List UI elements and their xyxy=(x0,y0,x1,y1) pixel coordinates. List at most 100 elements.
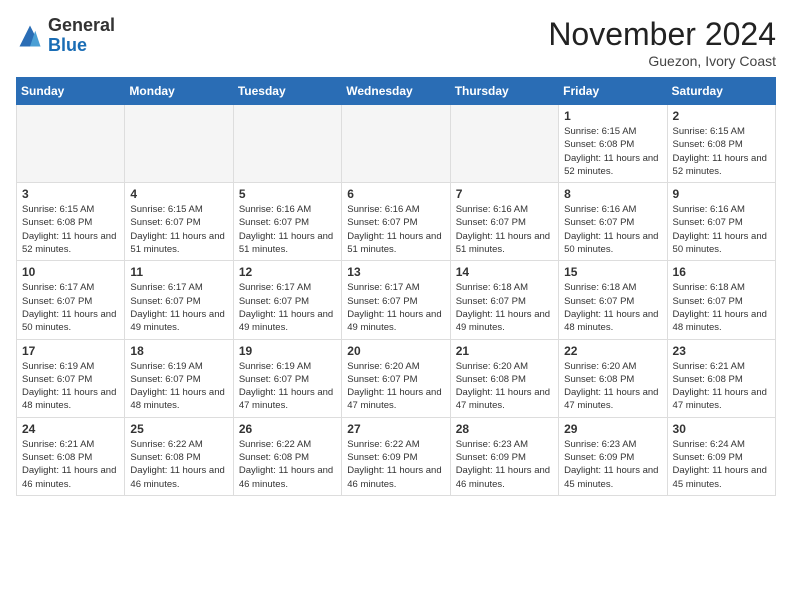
day-detail: Sunrise: 6:16 AMSunset: 6:07 PMDaylight:… xyxy=(673,203,770,256)
logo: General Blue xyxy=(16,16,115,56)
calendar-cell: 12 Sunrise: 6:17 AMSunset: 6:07 PMDaylig… xyxy=(233,261,341,339)
weekday-header-sunday: Sunday xyxy=(17,78,125,105)
calendar-week-row: 3 Sunrise: 6:15 AMSunset: 6:08 PMDayligh… xyxy=(17,183,776,261)
calendar-cell: 4 Sunrise: 6:15 AMSunset: 6:07 PMDayligh… xyxy=(125,183,233,261)
day-number: 20 xyxy=(347,344,444,358)
day-detail: Sunrise: 6:18 AMSunset: 6:07 PMDaylight:… xyxy=(456,281,553,334)
day-number: 5 xyxy=(239,187,336,201)
day-detail: Sunrise: 6:15 AMSunset: 6:08 PMDaylight:… xyxy=(22,203,119,256)
calendar-cell: 30 Sunrise: 6:24 AMSunset: 6:09 PMDaylig… xyxy=(667,417,775,495)
logo-icon xyxy=(16,22,44,50)
day-number: 25 xyxy=(130,422,227,436)
day-number: 8 xyxy=(564,187,661,201)
month-title: November 2024 xyxy=(548,16,776,53)
day-detail: Sunrise: 6:18 AMSunset: 6:07 PMDaylight:… xyxy=(564,281,661,334)
day-detail: Sunrise: 6:20 AMSunset: 6:08 PMDaylight:… xyxy=(564,360,661,413)
location-subtitle: Guezon, Ivory Coast xyxy=(548,53,776,69)
calendar-cell: 5 Sunrise: 6:16 AMSunset: 6:07 PMDayligh… xyxy=(233,183,341,261)
calendar-cell: 24 Sunrise: 6:21 AMSunset: 6:08 PMDaylig… xyxy=(17,417,125,495)
day-number: 28 xyxy=(456,422,553,436)
day-detail: Sunrise: 6:23 AMSunset: 6:09 PMDaylight:… xyxy=(456,438,553,491)
day-number: 27 xyxy=(347,422,444,436)
day-number: 3 xyxy=(22,187,119,201)
calendar-cell: 15 Sunrise: 6:18 AMSunset: 6:07 PMDaylig… xyxy=(559,261,667,339)
day-detail: Sunrise: 6:22 AMSunset: 6:09 PMDaylight:… xyxy=(347,438,444,491)
day-number: 15 xyxy=(564,265,661,279)
day-number: 24 xyxy=(22,422,119,436)
day-number: 16 xyxy=(673,265,770,279)
day-detail: Sunrise: 6:16 AMSunset: 6:07 PMDaylight:… xyxy=(564,203,661,256)
day-number: 23 xyxy=(673,344,770,358)
day-number: 21 xyxy=(456,344,553,358)
calendar-cell: 25 Sunrise: 6:22 AMSunset: 6:08 PMDaylig… xyxy=(125,417,233,495)
day-detail: Sunrise: 6:16 AMSunset: 6:07 PMDaylight:… xyxy=(239,203,336,256)
calendar-week-row: 10 Sunrise: 6:17 AMSunset: 6:07 PMDaylig… xyxy=(17,261,776,339)
calendar-cell: 19 Sunrise: 6:19 AMSunset: 6:07 PMDaylig… xyxy=(233,339,341,417)
day-number: 14 xyxy=(456,265,553,279)
logo-general: General xyxy=(48,15,115,35)
calendar-table: SundayMondayTuesdayWednesdayThursdayFrid… xyxy=(16,77,776,496)
weekday-header-row: SundayMondayTuesdayWednesdayThursdayFrid… xyxy=(17,78,776,105)
day-detail: Sunrise: 6:19 AMSunset: 6:07 PMDaylight:… xyxy=(22,360,119,413)
calendar-week-row: 1 Sunrise: 6:15 AMSunset: 6:08 PMDayligh… xyxy=(17,105,776,183)
day-number: 29 xyxy=(564,422,661,436)
day-number: 30 xyxy=(673,422,770,436)
calendar-cell xyxy=(450,105,558,183)
day-detail: Sunrise: 6:15 AMSunset: 6:08 PMDaylight:… xyxy=(564,125,661,178)
day-number: 9 xyxy=(673,187,770,201)
calendar-cell: 21 Sunrise: 6:20 AMSunset: 6:08 PMDaylig… xyxy=(450,339,558,417)
calendar-cell: 13 Sunrise: 6:17 AMSunset: 6:07 PMDaylig… xyxy=(342,261,450,339)
title-block: November 2024 Guezon, Ivory Coast xyxy=(548,16,776,69)
calendar-cell: 11 Sunrise: 6:17 AMSunset: 6:07 PMDaylig… xyxy=(125,261,233,339)
calendar-cell xyxy=(342,105,450,183)
day-number: 13 xyxy=(347,265,444,279)
day-number: 10 xyxy=(22,265,119,279)
day-number: 17 xyxy=(22,344,119,358)
calendar-cell: 2 Sunrise: 6:15 AMSunset: 6:08 PMDayligh… xyxy=(667,105,775,183)
calendar-cell: 3 Sunrise: 6:15 AMSunset: 6:08 PMDayligh… xyxy=(17,183,125,261)
weekday-header-thursday: Thursday xyxy=(450,78,558,105)
day-number: 12 xyxy=(239,265,336,279)
day-detail: Sunrise: 6:24 AMSunset: 6:09 PMDaylight:… xyxy=(673,438,770,491)
day-detail: Sunrise: 6:15 AMSunset: 6:07 PMDaylight:… xyxy=(130,203,227,256)
calendar-cell: 18 Sunrise: 6:19 AMSunset: 6:07 PMDaylig… xyxy=(125,339,233,417)
day-detail: Sunrise: 6:20 AMSunset: 6:08 PMDaylight:… xyxy=(456,360,553,413)
calendar-cell: 1 Sunrise: 6:15 AMSunset: 6:08 PMDayligh… xyxy=(559,105,667,183)
day-detail: Sunrise: 6:18 AMSunset: 6:07 PMDaylight:… xyxy=(673,281,770,334)
calendar-cell: 26 Sunrise: 6:22 AMSunset: 6:08 PMDaylig… xyxy=(233,417,341,495)
day-detail: Sunrise: 6:17 AMSunset: 6:07 PMDaylight:… xyxy=(239,281,336,334)
calendar-cell: 23 Sunrise: 6:21 AMSunset: 6:08 PMDaylig… xyxy=(667,339,775,417)
day-detail: Sunrise: 6:22 AMSunset: 6:08 PMDaylight:… xyxy=(130,438,227,491)
calendar-cell: 17 Sunrise: 6:19 AMSunset: 6:07 PMDaylig… xyxy=(17,339,125,417)
logo-text: General Blue xyxy=(48,16,115,56)
day-detail: Sunrise: 6:17 AMSunset: 6:07 PMDaylight:… xyxy=(130,281,227,334)
calendar-cell: 22 Sunrise: 6:20 AMSunset: 6:08 PMDaylig… xyxy=(559,339,667,417)
day-number: 19 xyxy=(239,344,336,358)
calendar-cell xyxy=(17,105,125,183)
day-detail: Sunrise: 6:22 AMSunset: 6:08 PMDaylight:… xyxy=(239,438,336,491)
day-number: 18 xyxy=(130,344,227,358)
day-detail: Sunrise: 6:19 AMSunset: 6:07 PMDaylight:… xyxy=(130,360,227,413)
calendar-cell: 9 Sunrise: 6:16 AMSunset: 6:07 PMDayligh… xyxy=(667,183,775,261)
day-detail: Sunrise: 6:19 AMSunset: 6:07 PMDaylight:… xyxy=(239,360,336,413)
calendar-cell: 27 Sunrise: 6:22 AMSunset: 6:09 PMDaylig… xyxy=(342,417,450,495)
calendar-cell: 7 Sunrise: 6:16 AMSunset: 6:07 PMDayligh… xyxy=(450,183,558,261)
calendar-cell: 8 Sunrise: 6:16 AMSunset: 6:07 PMDayligh… xyxy=(559,183,667,261)
calendar-cell: 6 Sunrise: 6:16 AMSunset: 6:07 PMDayligh… xyxy=(342,183,450,261)
day-number: 2 xyxy=(673,109,770,123)
logo-blue: Blue xyxy=(48,35,87,55)
day-detail: Sunrise: 6:23 AMSunset: 6:09 PMDaylight:… xyxy=(564,438,661,491)
calendar-cell: 10 Sunrise: 6:17 AMSunset: 6:07 PMDaylig… xyxy=(17,261,125,339)
calendar-cell xyxy=(125,105,233,183)
day-number: 6 xyxy=(347,187,444,201)
weekday-header-friday: Friday xyxy=(559,78,667,105)
calendar-week-row: 24 Sunrise: 6:21 AMSunset: 6:08 PMDaylig… xyxy=(17,417,776,495)
day-number: 22 xyxy=(564,344,661,358)
calendar-cell xyxy=(233,105,341,183)
calendar-cell: 28 Sunrise: 6:23 AMSunset: 6:09 PMDaylig… xyxy=(450,417,558,495)
day-detail: Sunrise: 6:16 AMSunset: 6:07 PMDaylight:… xyxy=(347,203,444,256)
day-detail: Sunrise: 6:21 AMSunset: 6:08 PMDaylight:… xyxy=(22,438,119,491)
day-detail: Sunrise: 6:20 AMSunset: 6:07 PMDaylight:… xyxy=(347,360,444,413)
day-detail: Sunrise: 6:16 AMSunset: 6:07 PMDaylight:… xyxy=(456,203,553,256)
day-detail: Sunrise: 6:17 AMSunset: 6:07 PMDaylight:… xyxy=(347,281,444,334)
